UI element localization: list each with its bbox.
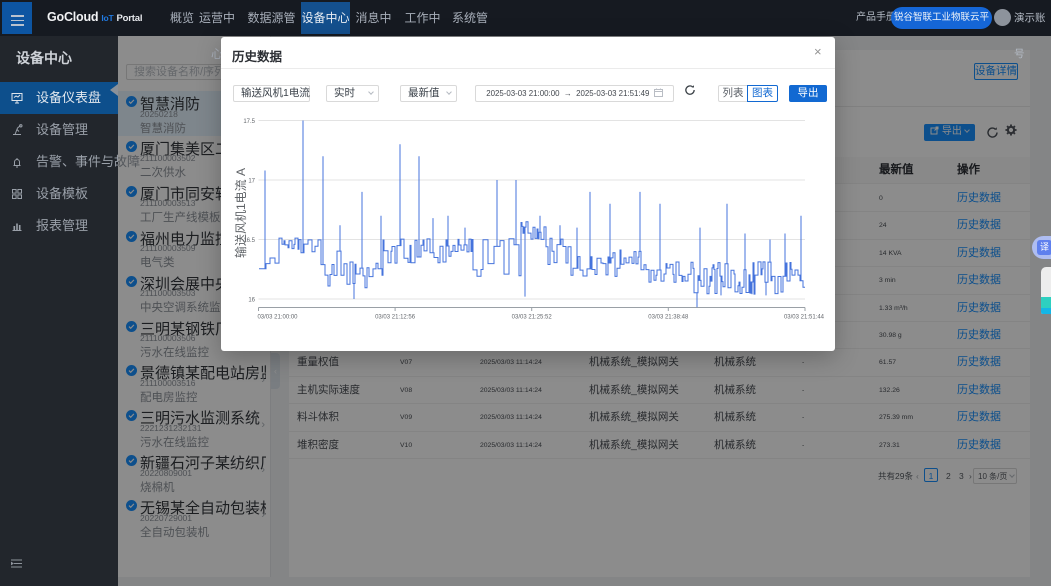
svg-text:17.5: 17.5 — [243, 119, 255, 125]
svg-text:03/03 21:25:52: 03/03 21:25:52 — [512, 315, 553, 321]
svg-text:16: 16 — [248, 298, 255, 304]
svg-text:03/03 21:12:56: 03/03 21:12:56 — [375, 315, 416, 321]
svg-text:03/03 21:51:44: 03/03 21:51:44 — [784, 315, 825, 321]
svg-text:03/03 21:00:00: 03/03 21:00:00 — [257, 315, 298, 321]
svg-text:17: 17 — [248, 179, 255, 185]
svg-text:输送风机1电流 A: 输送风机1电流 A — [233, 168, 248, 258]
svg-text:03/03 21:38:48: 03/03 21:38:48 — [648, 315, 689, 321]
